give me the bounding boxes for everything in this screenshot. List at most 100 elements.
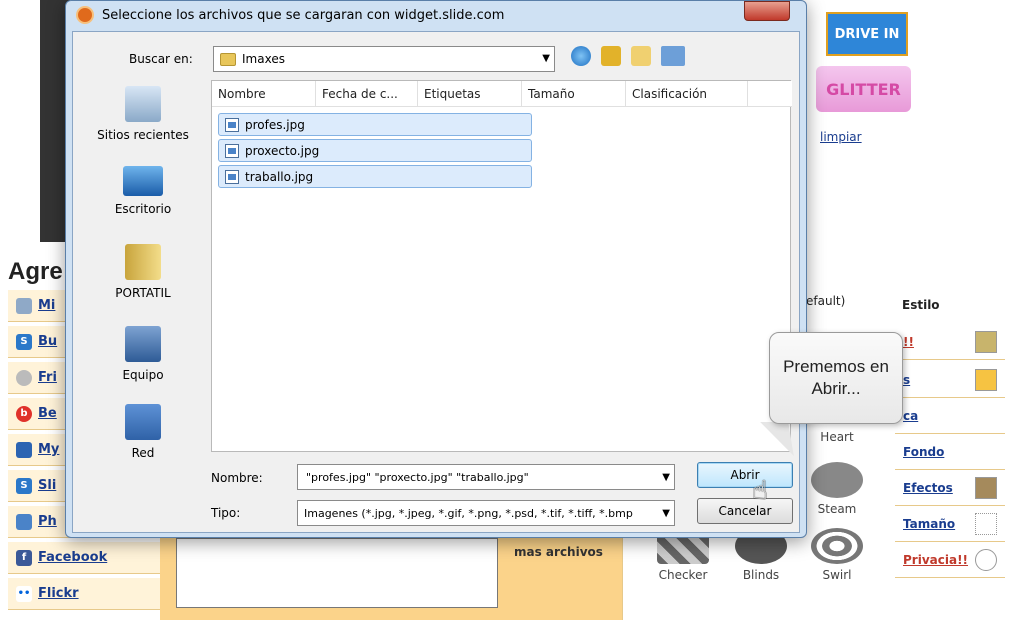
column-date[interactable]: Fecha de c... [316,81,418,107]
right-nav-link[interactable]: Privacia!! [903,553,968,567]
nav-link[interactable]: Ph [38,514,57,529]
column-rating[interactable]: Clasificación [626,81,748,107]
right-nav-link[interactable]: Tamaño [903,517,955,531]
right-nav-link[interactable]: !! [903,335,914,349]
photo-icon [16,513,32,530]
recent-places-icon [125,86,161,122]
photo-icon [975,476,997,499]
slide-icon: S [16,477,32,494]
right-nav-link[interactable]: Fondo [903,445,944,459]
nav-item-flickr[interactable]: •• Flickr [8,578,160,610]
right-nav-link[interactable]: Efectos [903,481,953,495]
file-item[interactable]: traballo.jpg [218,165,532,188]
estilo-label: Estilo [902,298,940,312]
right-nav-3[interactable]: ca [895,398,1005,434]
file-list[interactable]: Nombre Fecha de c... Etiquetas Tamaño Cl… [211,80,792,452]
toolbar [571,46,685,66]
up-folder-icon[interactable] [601,46,621,66]
upload-box[interactable] [176,538,498,608]
document-icon [16,297,32,314]
places-bar: Sitios recientes Escritorio PORTATIL Equ… [81,80,205,460]
nav-link[interactable]: My [38,442,59,457]
column-tags[interactable]: Etiquetas [418,81,522,107]
nav-link[interactable]: Flickr [38,586,79,601]
nav-link[interactable]: Facebook [38,550,107,565]
dialog-body: Buscar en: Imaxes ▼ Sitios recientes Esc… [72,31,800,533]
chevron-down-icon[interactable]: ▼ [662,508,670,519]
glitter-logo[interactable]: GLITTER [816,66,911,112]
nav-link[interactable]: Bu [38,334,57,349]
image-file-icon [225,143,239,158]
flickr-icon: •• [16,585,32,602]
nav-link[interactable]: Fri [38,370,57,385]
place-recent[interactable]: Sitios recientes [81,86,205,142]
nav-link[interactable]: Mi [38,298,55,313]
new-folder-icon[interactable] [631,46,651,66]
file-item[interactable]: profes.jpg [218,113,532,136]
drive-in-logo[interactable]: DRIVE IN [826,12,908,56]
image-icon [975,330,997,353]
file-type-label: Tipo: [211,506,241,520]
app-icon [76,6,94,24]
back-icon[interactable] [571,46,591,66]
right-nav-fondo[interactable]: Fondo [895,434,1005,470]
open-button[interactable]: Abrir [697,462,793,488]
hand-cursor-icon: ☝ [752,476,768,506]
callout-bubble: Prememos en Abrir... [769,332,903,424]
chevron-down-icon[interactable]: ▼ [542,53,550,64]
nav-link[interactable]: Sli [38,478,56,493]
desktop-icon [123,166,163,196]
resize-icon [975,512,997,535]
dialog-title: Seleccione los archivos que se cargaran … [102,7,505,23]
file-type-value: Imagenes (*.jpg, *.jpeg, *.gif, *.png, *… [304,506,633,520]
facebook-icon: f [16,549,32,566]
effect-swirl[interactable]: Swirl [807,528,867,582]
column-size[interactable]: Tamaño [522,81,626,107]
image-file-icon [225,117,239,132]
slide-icon: S [16,333,32,350]
mas-archivos-label[interactable]: mas archivos [514,545,603,559]
default-label: efault) [806,294,846,308]
myspace-icon [16,441,32,458]
bebo-icon: b [16,405,32,422]
column-headers: Nombre Fecha de c... Etiquetas Tamaño Cl… [212,81,792,107]
folder-icon [220,52,236,66]
cancel-button[interactable]: Cancelar [697,498,793,524]
chevron-down-icon[interactable]: ▼ [662,472,670,483]
column-name[interactable]: Nombre [212,81,316,107]
right-nav-privacia[interactable]: Privacia!! [895,542,1005,578]
network-icon [125,404,161,440]
folder-icon [125,244,161,280]
dialog-titlebar[interactable]: Seleccione los archivos que se cargaran … [66,1,808,29]
right-nav-link[interactable]: s [903,373,910,387]
view-menu-icon[interactable] [661,46,685,66]
look-in-combo[interactable]: Imaxes ▼ [213,46,555,72]
file-type-select[interactable]: Imagenes (*.jpg, *.jpeg, *.gif, *.png, *… [297,500,675,526]
smiley-icon [16,369,32,386]
file-item[interactable]: proxecto.jpg [218,139,532,162]
file-name-label: Nombre: [211,471,263,485]
gear-icon [975,548,997,571]
effect-steam[interactable]: Steam [807,462,867,516]
look-in-label: Buscar en: [129,52,193,66]
look-in-value: Imaxes [242,52,285,66]
file-open-dialog: Seleccione los archivos que se cargaran … [65,0,807,538]
close-button[interactable] [744,1,790,21]
nav-link[interactable]: Be [38,406,57,421]
place-network[interactable]: Red [81,404,205,460]
place-computer[interactable]: Equipo [81,326,205,382]
computer-icon [125,326,161,362]
right-nav-1[interactable]: !! [895,324,1005,360]
effect-heart[interactable]: Heart [807,430,867,444]
limpiar-link[interactable]: limpiar [820,130,862,144]
right-nav-2[interactable]: s [895,362,1005,398]
right-nav-link[interactable]: ca [903,409,918,423]
image-file-icon [225,169,239,184]
right-nav-efectos[interactable]: Efectos [895,470,1005,506]
file-name-field[interactable]: "profes.jpg" "proxecto.jpg" "traballo.jp… [297,464,675,490]
nav-item-facebook[interactable]: f Facebook [8,542,160,574]
right-nav-tamano[interactable]: Tamaño [895,506,1005,542]
place-portatil[interactable]: PORTATIL [81,244,205,300]
place-desktop[interactable]: Escritorio [81,166,205,216]
file-name-value: "profes.jpg" "proxecto.jpg" "traballo.jp… [306,470,529,484]
